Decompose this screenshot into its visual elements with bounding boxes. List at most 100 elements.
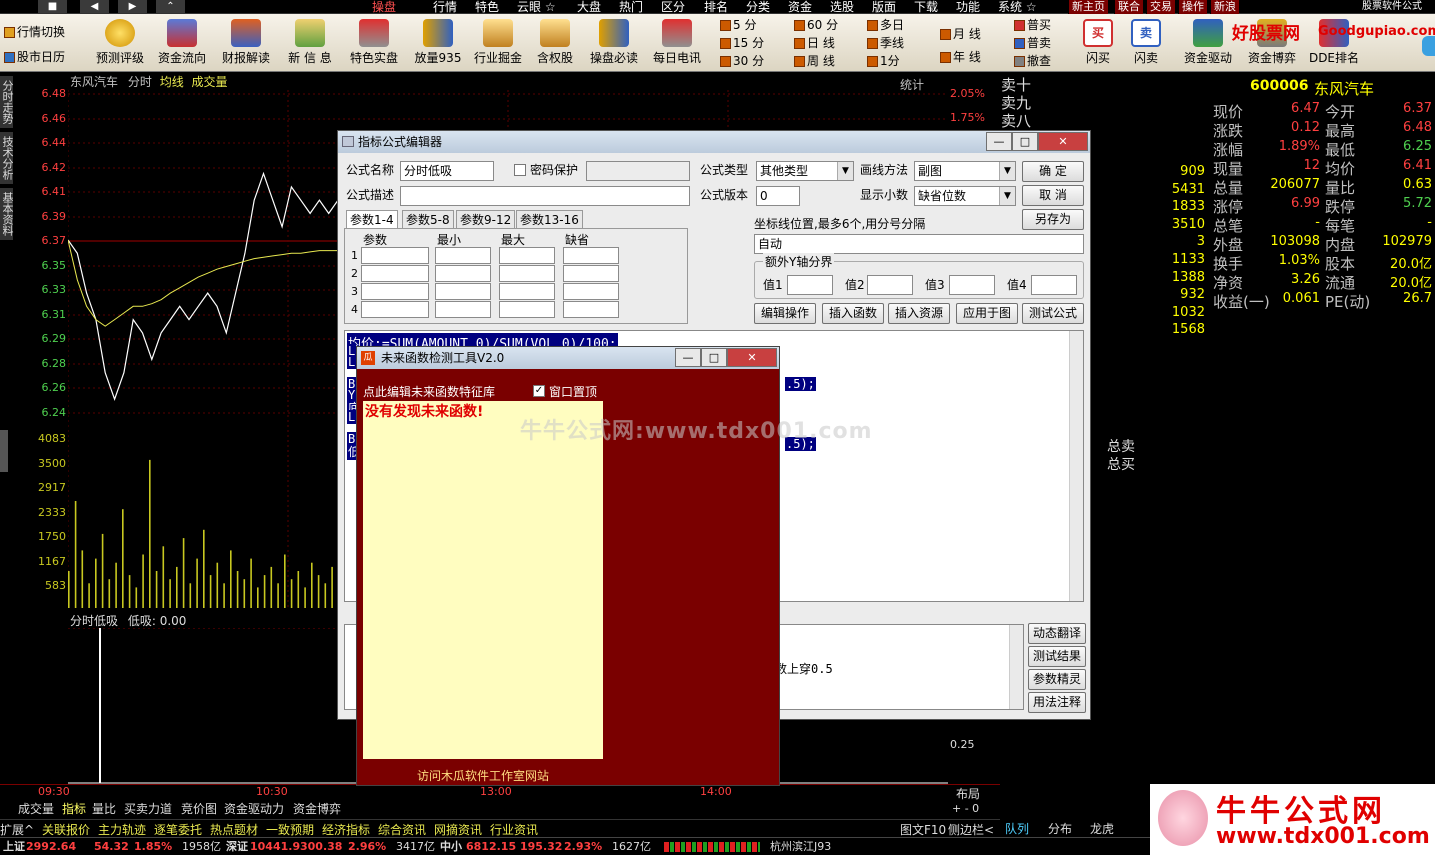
value4-input[interactable] [1031,275,1077,295]
param-input[interactable] [361,265,429,282]
menu-item-caopan[interactable]: 操盘 [372,0,396,14]
tab-capital-game[interactable]: 资金博弈 [293,802,341,817]
code-scrollbar[interactable] [1069,331,1083,601]
tab-capital-drive[interactable]: 资金驱动力 [224,802,284,817]
tab-dragon-tiger[interactable]: 龙虎 [1090,820,1114,837]
param-input[interactable] [563,247,619,264]
ticker-item[interactable]: 经济指标 [322,821,370,838]
usage-notes-button[interactable]: 用法注释 [1028,692,1086,713]
password-input[interactable] [586,161,690,181]
maximize-icon[interactable]: □ [1012,132,1038,151]
flash-buy-button[interactable]: 买闪买 [1076,16,1120,70]
param-input[interactable] [361,301,429,318]
draw-method-select[interactable]: 副图 ▼ [914,161,1016,181]
ticker-item[interactable]: 一致预期 [266,821,314,838]
ticker-item[interactable]: 综合资讯 [378,821,426,838]
param-input[interactable] [435,283,491,300]
trading-must-read-button[interactable]: 操盘必读 [586,16,642,70]
tab-volume-ratio[interactable]: 量比 [92,802,116,817]
edit-ops-button[interactable]: 编辑操作 [754,303,816,324]
tab-auction[interactable]: 竞价图 [181,802,217,817]
tab-queue[interactable]: 队列 [1005,820,1029,837]
tab-params-9-12[interactable]: 参数9-12 [456,210,516,228]
ticker-item[interactable]: 主力轨迹 [98,821,146,838]
period-month[interactable]: 月 线 [940,26,981,43]
param-input[interactable] [435,265,491,282]
f10-button[interactable]: 图文F10 [900,821,946,838]
menu-item-paiming[interactable]: 排名 [704,0,728,14]
tab-indicator[interactable]: 指标 [62,802,86,817]
test-formula-button[interactable]: 测试公式 [1022,303,1084,324]
menu-new-home[interactable]: 新主页 [1068,0,1108,14]
stop-icon[interactable]: ■ [38,0,68,13]
insert-resource-button[interactable]: 插入资源 [888,303,950,324]
ticker-item[interactable]: 网摘资讯 [434,821,482,838]
menu-caozuo[interactable]: 操作 [1178,0,1207,14]
formula-desc-input[interactable] [400,186,690,206]
new-info-button[interactable]: 新 信 息 [282,16,338,70]
password-checkbox[interactable] [514,164,526,176]
tab-volume[interactable]: 成交量 [18,802,54,817]
editor-titlebar[interactable]: 指标公式编辑器 [338,131,1090,153]
close-icon[interactable]: ✕ [1038,132,1088,151]
param-input[interactable] [361,247,429,264]
preview-scrollbar[interactable] [1009,625,1023,709]
up-arrow-icon[interactable]: ⌃ [156,0,186,13]
visit-site-link[interactable]: 访问木瓜软件工作室网站 [417,767,549,784]
menu-item-tese[interactable]: 特色 [475,0,499,14]
side-tab-technical[interactable]: 技术分析 [0,132,14,184]
param-input[interactable] [499,283,555,300]
menu-item-yunyan[interactable]: 云眼 ☆ [517,0,556,14]
value2-input[interactable] [867,275,913,295]
back-arrow-icon[interactable]: ◀ [80,0,110,13]
ticker-item[interactable]: 逐笔委托 [154,821,202,838]
market-switch-button[interactable]: 行情切换 [4,24,65,41]
menu-item-remen[interactable]: 热门 [619,0,643,14]
menu-item-xiazai[interactable]: 下载 [914,0,938,14]
tab-distribution[interactable]: 分布 [1048,820,1072,837]
param-input[interactable] [435,301,491,318]
capital-drive-button[interactable]: 资金驱动 [1180,16,1236,70]
ticker-item[interactable]: 扩展^ [0,821,34,838]
param-input[interactable] [499,265,555,282]
normal-sell-button[interactable]: 普卖 [1014,35,1051,52]
param-input[interactable] [435,247,491,264]
side-tab-intraday[interactable]: 分时走势 [0,76,14,128]
tab-params-1-4[interactable]: 参数1-4 [346,210,398,228]
period-30m[interactable]: 30 分 [720,53,764,70]
forecast-rating-button[interactable]: 预测评级 [92,16,148,70]
minimize-icon[interactable]: — [675,348,701,367]
dynamic-translate-button[interactable]: 动态翻译 [1028,623,1086,644]
period-1m[interactable]: 1分 [867,53,900,70]
menu-item-zijin[interactable]: 资金 [788,0,812,14]
tab-params-5-8[interactable]: 参数5-8 [402,210,454,228]
menu-item-xitong[interactable]: 系统 ☆ [998,0,1037,14]
param-wizard-button[interactable]: 参数精灵 [1028,669,1086,690]
insert-function-button[interactable]: 插入函数 [822,303,884,324]
period-multiday[interactable]: 多日 [867,17,904,34]
daily-news-button[interactable]: 每日电讯 [648,16,706,70]
ticker-item[interactable]: 行业资讯 [490,821,538,838]
menu-item-dapan[interactable]: 大盘 [577,0,601,14]
sidebar-toggle-button[interactable]: 侧边栏< [948,821,994,838]
param-input[interactable] [499,247,555,264]
menu-item-hangqing[interactable]: 行情 [433,0,457,14]
volume935-button[interactable]: 放量935 [410,16,466,70]
formula-version-input[interactable]: 0 [756,186,800,206]
forward-arrow-icon[interactable]: ▶ [118,0,148,13]
featured-live-button[interactable]: 特色实盘 [344,16,404,70]
period-week[interactable]: 周 线 [794,53,835,70]
cancel-button[interactable]: 取 消 [1022,185,1084,206]
tab-params-13-16[interactable]: 参数13-16 [516,210,583,228]
menu-item-gongneng[interactable]: 功能 [956,0,980,14]
menu-item-banmian[interactable]: 版面 [872,0,896,14]
menu-lianhe[interactable]: 联合 [1114,0,1143,14]
save-as-button[interactable]: 另存为 [1022,209,1084,230]
maximize-icon[interactable]: □ [701,348,727,367]
rights-stock-button[interactable]: 含权股 [530,16,580,70]
topmost-checkbox[interactable]: ✓ [533,385,545,397]
period-15m[interactable]: 15 分 [720,35,764,52]
decimal-select[interactable]: 缺省位数 ▼ [914,186,1016,206]
param-input[interactable] [563,265,619,282]
period-5m[interactable]: 5 分 [720,17,756,34]
